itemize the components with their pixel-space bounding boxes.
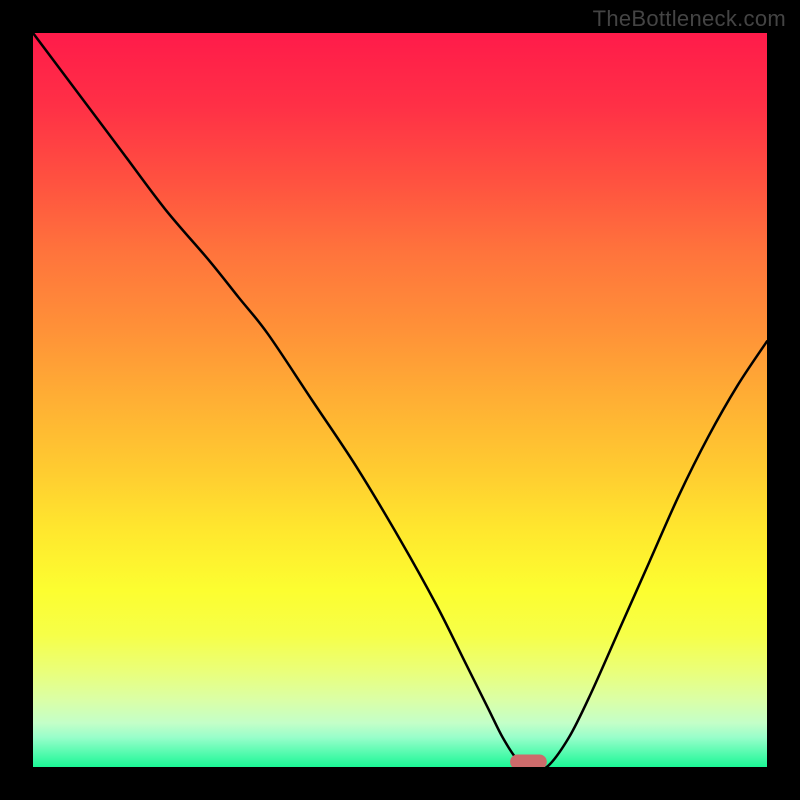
optimal-zone-marker <box>510 755 547 767</box>
chart-frame: TheBottleneck.com <box>0 0 800 800</box>
watermark-text: TheBottleneck.com <box>593 6 786 32</box>
gradient-background <box>33 33 767 767</box>
plot-area <box>33 33 767 767</box>
chart-svg <box>33 33 767 767</box>
